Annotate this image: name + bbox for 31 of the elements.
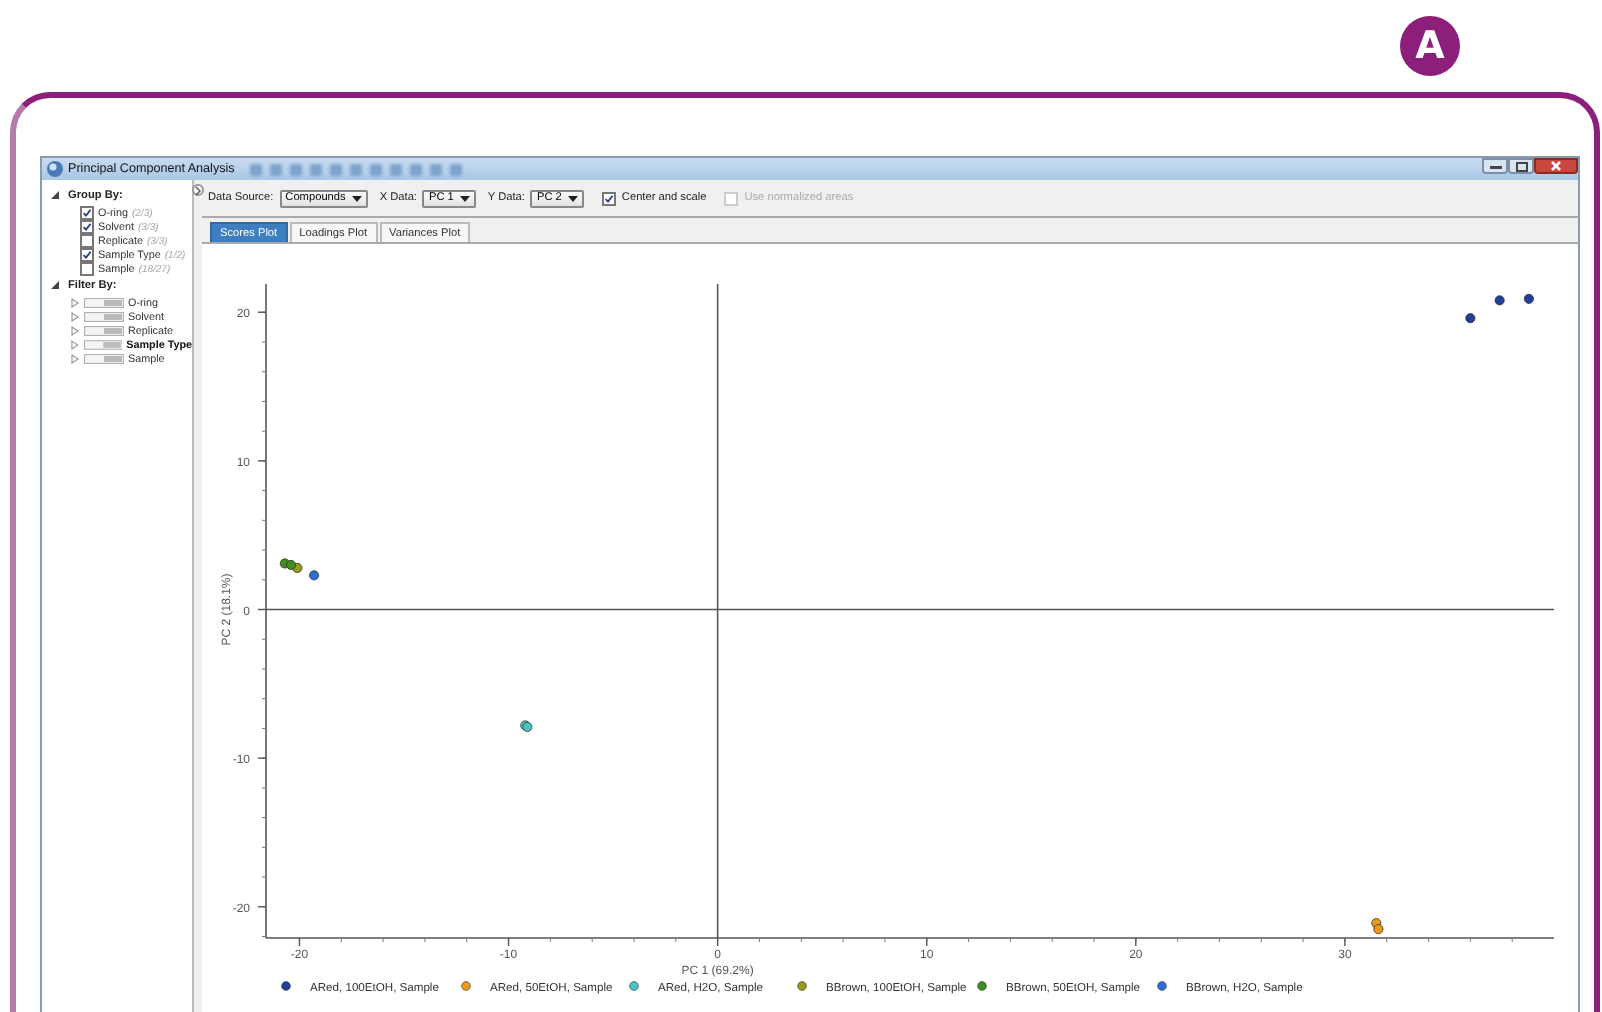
collapsed-triangle-icon[interactable] [70,298,80,308]
checkbox[interactable] [80,262,94,276]
toggle-switch-icon[interactable] [83,340,123,350]
caret-icon [567,195,578,201]
toggle-switch-icon[interactable] [84,298,124,308]
minimize-icon [1489,162,1501,170]
maximize-icon [1515,161,1527,171]
expanded-triangle-icon[interactable] [50,190,60,200]
collapsed-triangle-icon[interactable] [70,354,80,364]
checkbox[interactable] [80,206,94,220]
collapse-panel-button[interactable] [192,184,204,196]
app-icon [46,160,64,178]
caret-icon [459,195,470,201]
checkbox[interactable] [80,248,94,262]
collapsed-triangle-icon[interactable] [70,312,80,322]
toggle-switch-icon[interactable] [84,312,124,322]
toggle-switch-icon[interactable] [84,326,124,336]
close-button[interactable] [1534,158,1578,174]
minimize-button[interactable] [1482,158,1508,174]
checkbox[interactable] [601,191,616,205]
collapsed-triangle-icon[interactable] [70,326,80,336]
expanded-triangle-icon[interactable] [50,280,60,290]
collapsed-triangle-icon[interactable] [70,340,80,350]
caret-icon [351,195,362,201]
checkbox[interactable] [80,234,94,248]
chevron-icon [194,185,202,195]
toggle-switch-icon[interactable] [84,354,124,364]
checkbox[interactable] [80,220,94,234]
section-badge: A [1400,16,1460,76]
maximize-button[interactable] [1508,158,1534,174]
close-icon [1550,160,1562,172]
